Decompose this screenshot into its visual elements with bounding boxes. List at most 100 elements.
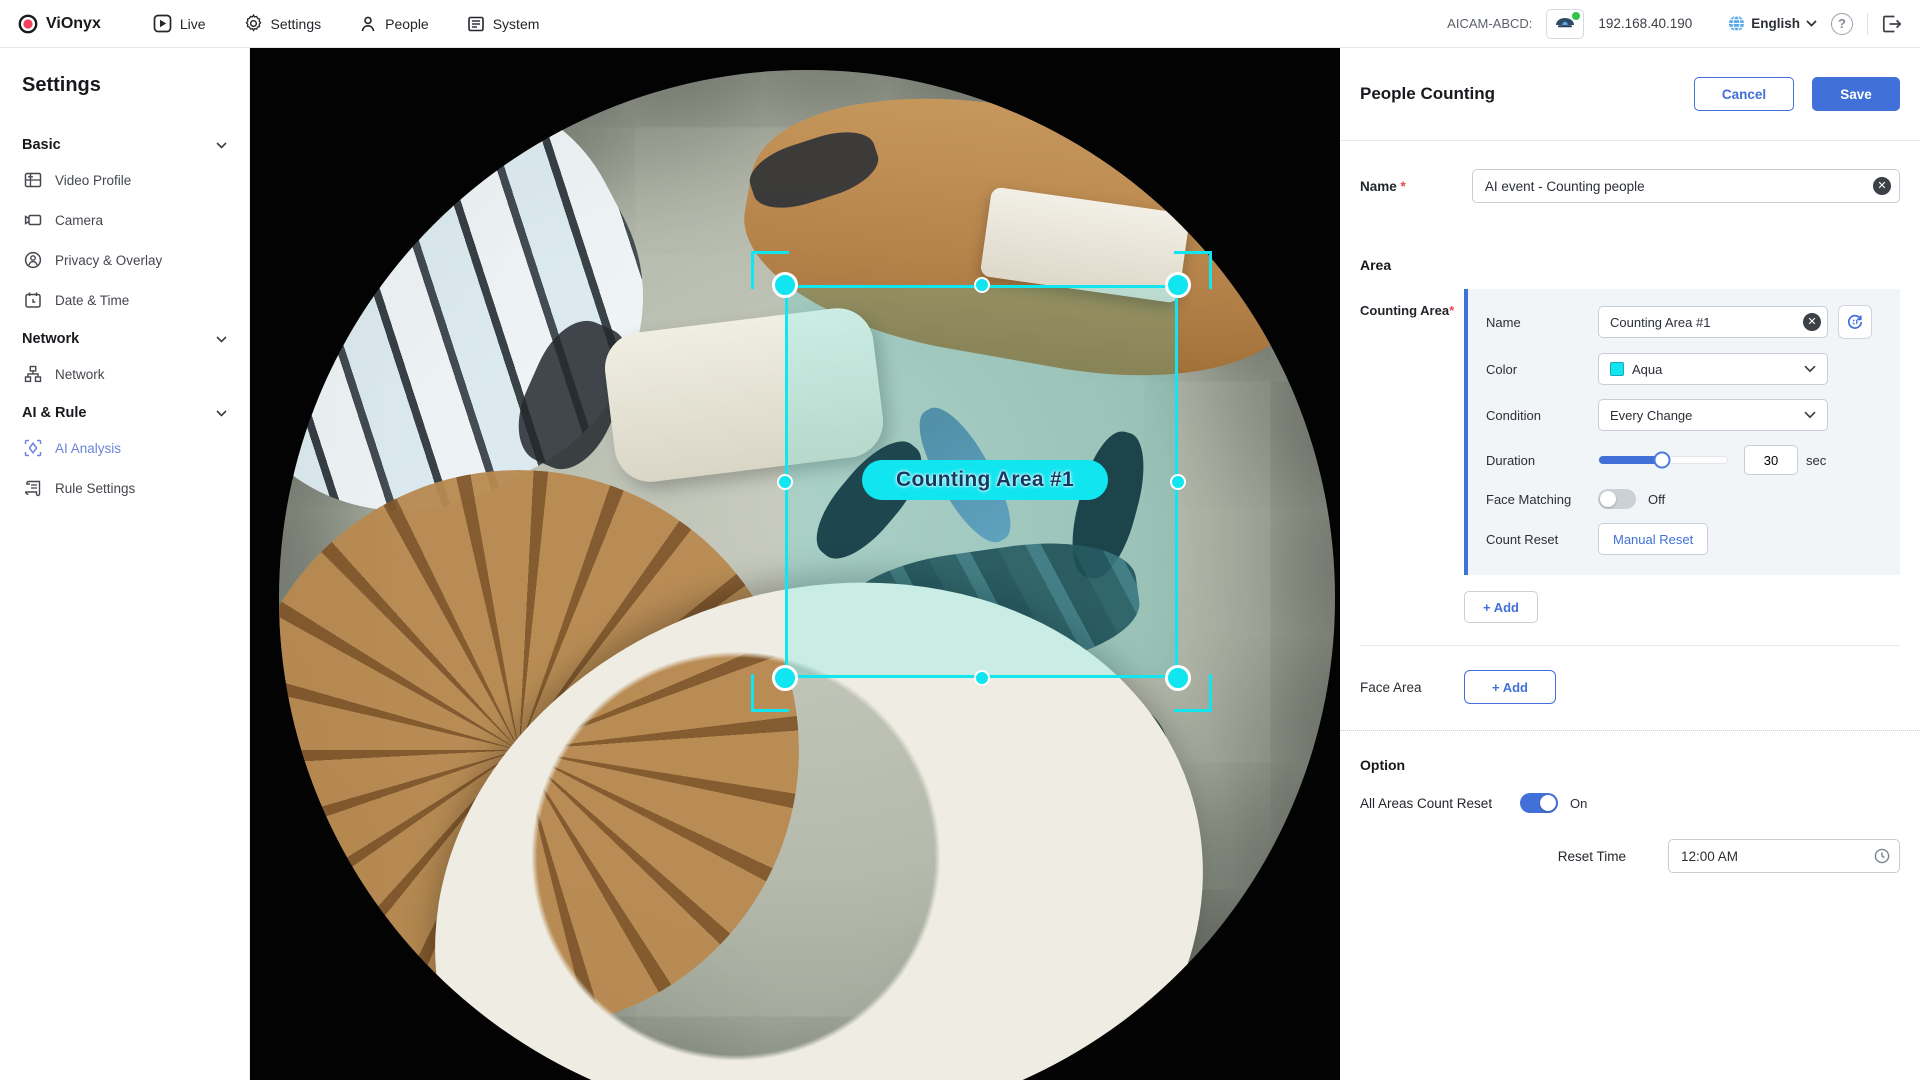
resize-handle-bottom-left[interactable]: [772, 665, 798, 691]
sidebar-item-rule-settings[interactable]: Rule Settings: [24, 479, 227, 497]
manual-reset-button[interactable]: Manual Reset: [1598, 523, 1709, 555]
privacy-overlay-icon: [24, 251, 42, 269]
sidebar-header-ai-rule-label: AI & Rule: [22, 405, 87, 421]
sidebar-header-network[interactable]: Network: [22, 331, 227, 347]
sidebar-header-basic[interactable]: Basic: [22, 137, 227, 153]
sidebar-item-label: Privacy & Overlay: [55, 252, 163, 268]
sidebar-item-label: AI Analysis: [55, 440, 122, 456]
camera-live-view[interactable]: Counting Area #1: [250, 48, 1340, 1080]
sidebar-item-network[interactable]: Network: [24, 365, 227, 383]
gear-icon: [244, 14, 263, 33]
video-profile-icon: [24, 172, 42, 188]
duration-value-input[interactable]: [1744, 445, 1798, 475]
sidebar-title: Settings: [22, 74, 101, 96]
nav-system[interactable]: System: [467, 15, 539, 33]
reset-time-row: Reset Time: [1340, 823, 1920, 873]
event-name-row: Name * ✕: [1340, 141, 1920, 233]
nav-settings[interactable]: Settings: [244, 14, 321, 33]
reset-time-input[interactable]: [1668, 839, 1900, 873]
sidebar-header-ai-rule[interactable]: AI & Rule: [22, 405, 227, 421]
duration-label: Duration: [1486, 452, 1536, 468]
all-areas-count-reset-row: All Areas Count Reset On: [1340, 789, 1920, 823]
sidebar-item-label: Rule Settings: [55, 480, 136, 496]
area-name-row: Name ✕: [1486, 305, 1882, 339]
resize-handle-left[interactable]: [777, 474, 793, 490]
resize-handle-top-left[interactable]: [772, 272, 798, 298]
cancel-button[interactable]: Cancel: [1694, 77, 1794, 111]
clear-icon[interactable]: ✕: [1803, 313, 1821, 331]
resize-handle-bottom-right[interactable]: [1165, 665, 1191, 691]
top-bar: ViOnyx Live Settings People System AICAM…: [0, 0, 1920, 48]
logout-icon[interactable]: [1882, 15, 1902, 33]
sidebar-section-ai-rule: AI & Rule AI Analysis Rule Settings: [22, 405, 227, 497]
add-face-area-button[interactable]: + Add: [1464, 670, 1556, 704]
sidebar-item-video-profile[interactable]: Video Profile: [24, 171, 227, 189]
device-name: AICAM-ABCD:: [1447, 16, 1533, 31]
area-color-row: Color Aqua: [1486, 353, 1882, 385]
sidebar-item-date-time[interactable]: Date & Time: [24, 291, 227, 309]
chevron-down-icon: [1806, 20, 1817, 27]
sidebar-section-network: Network Network: [22, 331, 227, 383]
slider-thumb[interactable]: [1653, 451, 1671, 469]
all-areas-count-reset-toggle[interactable]: [1520, 793, 1558, 813]
face-area-row: Face Area + Add: [1340, 646, 1920, 730]
count-reset-label: Count Reset: [1486, 531, 1559, 547]
person-icon: [359, 15, 377, 33]
add-counting-area-row: + Add: [1340, 575, 1920, 645]
language-label: English: [1751, 16, 1800, 31]
sidebar-item-camera[interactable]: Camera: [24, 211, 227, 229]
help-icon[interactable]: ?: [1831, 12, 1853, 35]
required-asterisk: *: [1400, 178, 1406, 194]
event-name-input[interactable]: [1471, 169, 1900, 203]
duration-unit: sec: [1806, 452, 1827, 468]
resize-handle-bottom[interactable]: [974, 670, 990, 686]
resize-handle-right[interactable]: [1170, 474, 1186, 490]
redraw-area-button[interactable]: [1838, 305, 1872, 339]
nav-live[interactable]: Live: [153, 14, 206, 33]
counting-area-overlay-label[interactable]: Counting Area #1: [862, 460, 1108, 500]
add-counting-area-button[interactable]: + Add: [1464, 591, 1538, 623]
help-mark: ?: [1838, 16, 1846, 31]
counting-area-label: Counting Area*: [1360, 303, 1455, 318]
area-duration-row: Duration sec: [1486, 445, 1882, 475]
face-area-label: Face Area: [1360, 679, 1422, 695]
camera-thumbnail[interactable]: [1546, 8, 1585, 39]
network-icon: [24, 365, 42, 383]
settings-sidebar: Settings Basic Video Profile Camera Priv…: [0, 48, 250, 1080]
device-ip: 192.168.40.190: [1598, 16, 1693, 31]
area-name-label: Name: [1486, 314, 1521, 330]
people-counting-panel: People Counting Cancel Save Name * ✕ Are…: [1340, 48, 1920, 1080]
rule-settings-icon: [25, 480, 41, 497]
resize-handle-top[interactable]: [974, 277, 990, 293]
sidebar-item-ai-analysis[interactable]: AI Analysis: [24, 439, 227, 457]
area-name-input[interactable]: [1598, 306, 1828, 338]
sidebar-header-network-label: Network: [22, 331, 80, 347]
face-matching-toggle[interactable]: [1598, 489, 1636, 509]
condition-select[interactable]: Every Change: [1598, 399, 1828, 431]
color-select[interactable]: Aqua: [1598, 353, 1828, 385]
area-face-matching-row: Face Matching Off: [1486, 489, 1882, 509]
language-selector[interactable]: English: [1728, 15, 1817, 32]
save-button[interactable]: Save: [1812, 77, 1900, 111]
nav-people[interactable]: People: [359, 15, 429, 33]
counting-area-section: Counting Area* Name ✕ Color Aqua: [1340, 289, 1920, 575]
chevron-down-icon: [216, 409, 227, 417]
condition-label: Condition: [1486, 407, 1541, 423]
color-swatch: [1610, 362, 1624, 376]
area-count-reset-row: Count Reset Manual Reset: [1486, 523, 1882, 555]
condition-value: Every Change: [1610, 407, 1693, 423]
clear-icon[interactable]: ✕: [1873, 177, 1891, 195]
sidebar-item-privacy-overlay[interactable]: Privacy & Overlay: [24, 251, 227, 269]
color-value: Aqua: [1632, 361, 1663, 377]
color-label: Color: [1486, 361, 1518, 377]
status-dot: [1572, 11, 1581, 20]
area-section-heading: Area: [1360, 257, 1392, 273]
duration-slider[interactable]: [1598, 451, 1728, 469]
resize-handle-top-right[interactable]: [1165, 272, 1191, 298]
brand-name: ViOnyx: [46, 14, 101, 32]
clock-icon[interactable]: [1874, 848, 1890, 864]
date-time-icon: [25, 292, 41, 308]
sidebar-header-basic-label: Basic: [22, 137, 61, 153]
face-matching-label: Face Matching: [1486, 491, 1572, 507]
reset-time-label: Reset Time: [1557, 848, 1626, 864]
